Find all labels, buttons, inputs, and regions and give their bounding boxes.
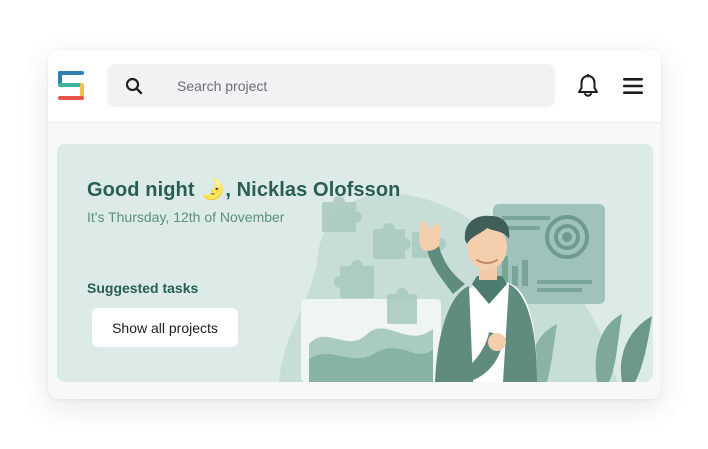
user-name: , Nicklas Olofsson	[225, 179, 401, 201]
greeting-heading: Good night 🌛, Nicklas Olofsson	[87, 177, 401, 202]
moon-emoji: 🌛	[200, 179, 226, 201]
top-bar	[48, 50, 661, 123]
search-input[interactable]	[177, 64, 537, 107]
bell-icon[interactable]	[577, 74, 599, 98]
welcome-banner: Good night 🌛, Nicklas Olofsson It's Thur…	[57, 144, 653, 382]
search-bar[interactable]	[107, 64, 555, 107]
search-icon	[125, 77, 143, 95]
show-all-projects-button[interactable]: Show all projects	[92, 308, 238, 347]
hamburger-menu-icon[interactable]	[622, 76, 644, 96]
brand-logo[interactable]	[58, 71, 86, 101]
greeting-prefix: Good night	[87, 179, 201, 201]
dashboard-card: Good night 🌛, Nicklas Olofsson It's Thur…	[48, 50, 661, 399]
current-date: It's Thursday, 12th of November	[87, 209, 285, 225]
suggested-tasks-label: Suggested tasks	[87, 280, 199, 296]
